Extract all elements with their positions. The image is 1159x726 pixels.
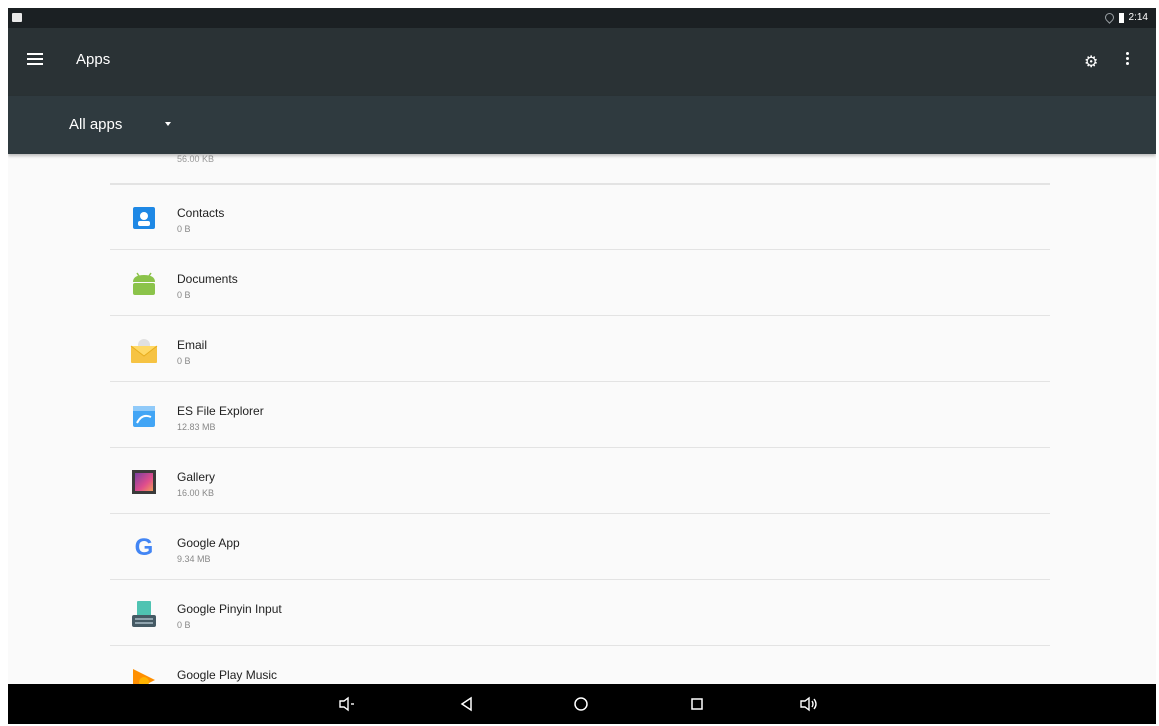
app-filter-dropdown[interactable]: All apps xyxy=(69,116,122,133)
list-item-gallery[interactable]: Gallery 16.00 KB xyxy=(110,448,1050,514)
status-icons: 2:14 xyxy=(1102,11,1148,24)
list-item-es-file-explorer[interactable]: ES File Explorer 12.83 MB xyxy=(110,382,1050,448)
app-size: 0 B xyxy=(177,356,191,366)
app-toolbar: Apps ⚙ xyxy=(8,28,1156,96)
google-icon: G xyxy=(134,534,154,561)
documents-icon xyxy=(128,268,160,300)
filter-bar: All apps xyxy=(8,96,1156,154)
list-item-google-app[interactable]: G Google App 9.34 MB xyxy=(110,514,1050,580)
status-time: 2:14 xyxy=(1128,12,1148,23)
menu-icon[interactable] xyxy=(27,53,43,65)
app-name: Google App xyxy=(177,536,240,550)
dropdown-caret-icon[interactable] xyxy=(165,122,171,126)
recents-icon[interactable] xyxy=(685,684,709,724)
app-name: Documents xyxy=(177,272,238,286)
apps-list[interactable]: 56.00 KB Contacts 0 B Documents 0 B Emai… xyxy=(8,154,1156,684)
wifi-icon xyxy=(1102,11,1116,24)
app-name: ES File Explorer xyxy=(177,404,264,418)
email-icon xyxy=(128,334,160,366)
home-icon[interactable] xyxy=(569,684,593,724)
app-size: 16.00 KB xyxy=(177,488,215,498)
google-pinyin-icon xyxy=(128,598,160,630)
list-item-contacts[interactable]: Contacts 0 B xyxy=(110,184,1050,250)
notification-icon xyxy=(12,13,22,22)
app-name: Google Play Music xyxy=(177,668,278,682)
contacts-icon xyxy=(128,202,160,234)
app-size: 0 B xyxy=(177,290,191,300)
list-item-documents[interactable]: Documents 0 B xyxy=(110,250,1050,316)
app-name: Gallery xyxy=(177,470,216,484)
app-size: 0 B xyxy=(177,224,191,234)
overflow-menu-icon[interactable] xyxy=(1126,52,1129,67)
app-size: 9.34 MB xyxy=(177,554,211,564)
list-item-email[interactable]: Email 0 B xyxy=(110,316,1050,382)
battery-icon xyxy=(1118,12,1124,23)
app-size: 0 B xyxy=(177,620,191,630)
list-item-google-pinyin-input[interactable]: Google Pinyin Input 0 B xyxy=(110,580,1050,646)
partial-list-item-size: 56.00 KB xyxy=(177,154,215,164)
gallery-icon xyxy=(128,466,160,498)
app-size: 12.83 MB xyxy=(177,422,216,432)
list-item-google-play-music[interactable]: Google Play Music 0 B xyxy=(110,646,1050,684)
status-bar: 2:14 xyxy=(8,8,1156,28)
es-file-explorer-icon xyxy=(128,400,160,432)
settings-gear-icon[interactable]: ⚙ xyxy=(1084,52,1098,72)
google-play-music-icon xyxy=(128,664,160,684)
navigation-bar xyxy=(8,684,1156,724)
app-name: Contacts xyxy=(177,206,225,220)
app-name: Google Pinyin Input xyxy=(177,602,282,616)
android-screen: 2:14 Apps ⚙ All apps 56.00 KB Contacts 0… xyxy=(8,8,1156,724)
page-title: Apps xyxy=(76,51,111,68)
app-name: Email xyxy=(177,338,208,352)
volume-up-icon[interactable] xyxy=(796,684,822,724)
back-icon[interactable] xyxy=(454,684,478,724)
volume-down-icon[interactable] xyxy=(335,684,359,724)
